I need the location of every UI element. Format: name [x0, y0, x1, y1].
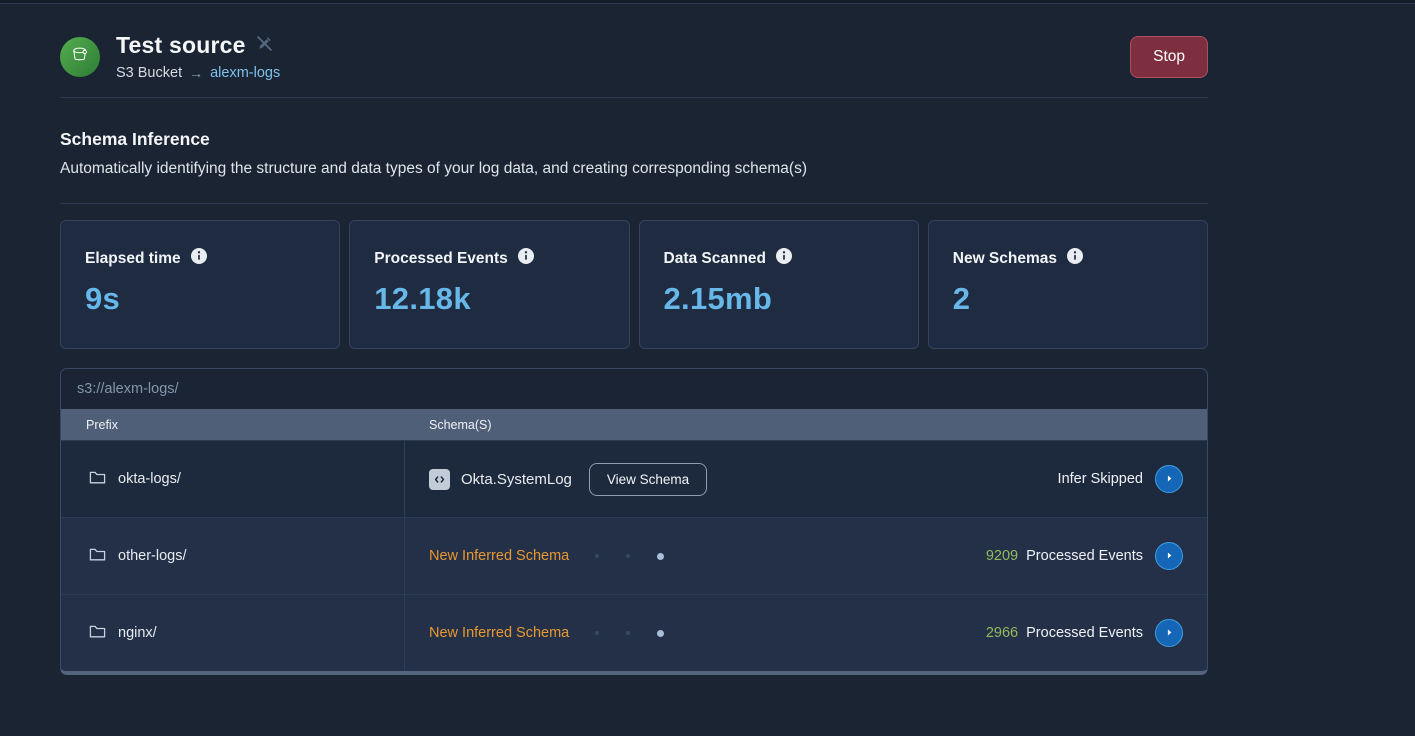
inferred-schema-status: New Inferred Schema: [429, 548, 569, 564]
stat-value: 2.15mb: [664, 281, 894, 317]
section-description: Automatically identifying the structure …: [60, 160, 1208, 178]
processed-count: 9209: [986, 548, 1018, 564]
source-type-label: S3 Bucket: [116, 65, 182, 81]
infer-status: Infer Skipped: [1058, 471, 1143, 487]
chevron-right-icon: [1164, 626, 1175, 641]
main-content: Test source S3 Bucket → alexm-logs Stop …: [0, 32, 1415, 675]
processed-events-label: Processed Events: [1026, 625, 1143, 641]
prefix-label: nginx/: [118, 625, 157, 641]
folder-icon: [89, 470, 106, 489]
stat-label: Data Scanned: [664, 250, 767, 268]
prefix-cell: other-logs/: [61, 518, 405, 594]
stat-card-data-scanned: Data Scanned 2.15mb: [639, 220, 919, 349]
schema-cell: New Inferred Schema 2966 Processed Event…: [405, 595, 1207, 671]
info-icon[interactable]: [518, 248, 534, 269]
stat-card-processed-events: Processed Events 12.18k: [349, 220, 629, 349]
section-divider: [60, 203, 1208, 204]
edit-disabled-icon: [256, 35, 273, 57]
inferred-schema-status: New Inferred Schema: [429, 625, 569, 641]
schema-inference-section: Schema Inference Automatically identifyi…: [60, 129, 1208, 178]
table-row: other-logs/ New Inferred Schema 9209 Pro…: [61, 517, 1207, 594]
processed-count: 2966: [986, 625, 1018, 641]
header-divider: [60, 97, 1208, 98]
stat-value: 2: [953, 281, 1183, 317]
prefix-table: s3://alexm-logs/ Prefix Schema(S) okta-l…: [60, 368, 1208, 675]
stop-button[interactable]: Stop: [1130, 36, 1208, 78]
stat-value: 12.18k: [374, 281, 604, 317]
page-title: Test source: [116, 32, 246, 59]
stats-row: Elapsed time 9s Processed Events 12.18k …: [60, 220, 1208, 349]
expand-row-button[interactable]: [1155, 542, 1183, 570]
folder-icon: [89, 624, 106, 643]
source-avatar: [60, 37, 100, 77]
stat-card-elapsed-time: Elapsed time 9s: [60, 220, 340, 349]
source-header: Test source S3 Bucket → alexm-logs Stop: [60, 32, 1208, 81]
breadcrumb: S3 Bucket → alexm-logs: [116, 65, 280, 81]
chevron-right-icon: [1164, 472, 1175, 487]
expand-row-button[interactable]: [1155, 619, 1183, 647]
column-header-schemas: Schema(S): [405, 418, 492, 432]
table-header: Prefix Schema(S): [61, 409, 1207, 440]
schema-name: Okta.SystemLog: [461, 471, 572, 488]
loading-dots-icon: [595, 553, 664, 560]
info-icon[interactable]: [776, 248, 792, 269]
stat-card-new-schemas: New Schemas 2: [928, 220, 1208, 349]
prefix-label: okta-logs/: [118, 471, 181, 487]
view-schema-button[interactable]: View Schema: [589, 463, 707, 496]
stat-label: Processed Events: [374, 250, 508, 268]
section-title: Schema Inference: [60, 129, 1208, 150]
prefix-label: other-logs/: [118, 548, 187, 564]
schema-cell: New Inferred Schema 9209 Processed Event…: [405, 518, 1207, 594]
source-bucket-link[interactable]: alexm-logs: [210, 65, 280, 81]
stat-label: New Schemas: [953, 250, 1057, 268]
prefix-cell: nginx/: [61, 595, 405, 671]
top-window-strip: [0, 0, 1415, 4]
table-row: okta-logs/ Okta.SystemLog View Schema In…: [61, 440, 1207, 517]
code-schema-icon: [429, 469, 450, 490]
source-title-block: Test source S3 Bucket → alexm-logs: [116, 32, 280, 81]
expand-row-button[interactable]: [1155, 465, 1183, 493]
info-icon[interactable]: [1067, 248, 1083, 269]
s3-bucket-icon: [67, 41, 93, 72]
bucket-path-label: s3://alexm-logs/: [61, 369, 1207, 409]
prefix-cell: okta-logs/: [61, 441, 405, 517]
stat-label: Elapsed time: [85, 250, 181, 268]
loading-dots-icon: [595, 630, 664, 637]
table-row: nginx/ New Inferred Schema 2966 Processe…: [61, 594, 1207, 671]
column-header-prefix: Prefix: [61, 418, 405, 432]
breadcrumb-arrow-icon: →: [189, 65, 203, 81]
chevron-right-icon: [1164, 549, 1175, 564]
processed-events-label: Processed Events: [1026, 548, 1143, 564]
folder-icon: [89, 547, 106, 566]
info-icon[interactable]: [191, 248, 207, 269]
schema-cell: Okta.SystemLog View Schema Infer Skipped: [405, 441, 1207, 517]
stat-value: 9s: [85, 281, 315, 317]
